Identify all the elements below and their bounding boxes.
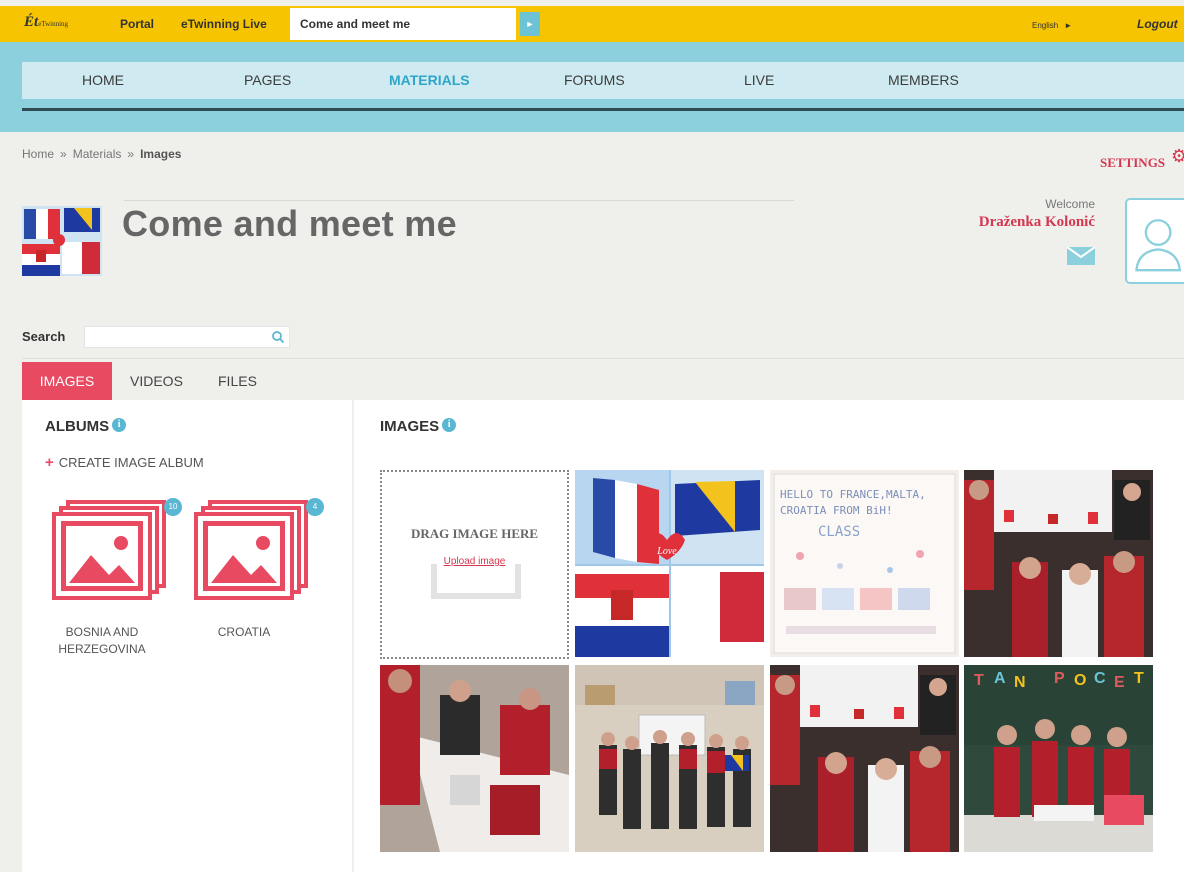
svg-text:T: T <box>1134 670 1144 687</box>
girls-classroom-photo: TA NP OC ET <box>964 665 1153 852</box>
poster-text-1: HELLO TO FRANCE,MALTA, <box>780 488 926 501</box>
search-icon[interactable] <box>271 330 285 344</box>
search-label: Search <box>22 329 66 344</box>
albums-panel: ALBUMS i + CREATE IMAGE ALBUM 10 BOSNIA AN… <box>22 400 352 872</box>
etwinning-logo[interactable]: ÉteTwinning <box>24 14 68 31</box>
poster-text-3: CLASS <box>818 524 860 540</box>
image-thumbnail[interactable] <box>575 665 764 852</box>
tab-videos[interactable]: VIDEOS <box>130 362 183 400</box>
svg-text:A: A <box>994 670 1006 687</box>
images-heading-text: IMAGES <box>380 418 440 435</box>
language-label: English <box>1032 21 1059 30</box>
image-thumbnail[interactable] <box>770 665 959 852</box>
breadcrumb-materials[interactable]: Materials <box>73 147 122 161</box>
tab-arrow-icon[interactable]: ► <box>520 12 540 36</box>
user-avatar-icon <box>1135 219 1182 272</box>
title-underline <box>124 200 794 201</box>
user-name-link[interactable]: Draženka Kolonić <box>910 214 1095 231</box>
info-icon[interactable]: i <box>442 418 457 432</box>
album-count-badge: 10 <box>164 498 182 516</box>
image-drop-zone[interactable]: DRAG IMAGE HERE Upload image <box>380 470 569 659</box>
album-name: CROATIA <box>184 624 304 641</box>
drop-ghost-icon <box>431 564 521 599</box>
love-text: Love <box>656 546 677 557</box>
language-selector[interactable]: English ► <box>1026 17 1072 31</box>
info-icon[interactable]: i <box>112 418 127 432</box>
create-image-album-button[interactable]: + CREATE IMAGE ALBUM <box>45 454 204 471</box>
settings-link[interactable]: SETTINGS <box>1100 155 1165 171</box>
top-bar: ÉteTwinning Portal eTwinning Live Come a… <box>0 6 1184 42</box>
svg-text:C: C <box>1094 670 1106 687</box>
nav-band: HOME PAGES MATERIALS FORUMS LIVE MEMBERS <box>0 42 1184 132</box>
mail-icon[interactable] <box>1067 247 1095 265</box>
nav-forums[interactable]: FORUMS <box>564 72 625 88</box>
flags-collage-image: Love <box>575 470 764 657</box>
etwinning-live-link[interactable]: eTwinning Live <box>181 17 267 31</box>
image-placeholder-icon <box>203 521 285 591</box>
svg-text:E: E <box>1114 674 1125 691</box>
search-input[interactable] <box>84 326 290 348</box>
albums-heading: ALBUMS i <box>45 418 127 435</box>
image-thumbnail[interactable] <box>964 470 1153 657</box>
image-thumbnail[interactable]: Love <box>575 470 764 657</box>
chevron-right-icon: ► <box>1064 21 1073 30</box>
image-thumbnail[interactable]: TA NP OC ET <box>964 665 1153 852</box>
tab-files[interactable]: FILES <box>218 362 257 400</box>
project-flags-image <box>22 206 102 276</box>
create-album-label: CREATE IMAGE ALBUM <box>58 455 204 470</box>
album-name-line1: BOSNIA AND <box>65 625 139 639</box>
welcome-poster-image: HELLO TO FRANCE,MALTA, CROATIA FROM BiH!… <box>770 470 959 657</box>
drop-zone-text: DRAG IMAGE HERE <box>410 526 539 541</box>
current-project-tab[interactable]: Come and meet me <box>290 8 516 40</box>
classroom-group-photo <box>575 665 764 852</box>
poster-text-2: CROATIA FROM BiH! <box>780 504 893 517</box>
students-poster-photo <box>964 470 1153 657</box>
portal-link[interactable]: Portal <box>120 17 154 31</box>
albums-heading-text: ALBUMS <box>45 418 110 435</box>
svg-text:T: T <box>974 672 984 689</box>
image-placeholder-icon <box>61 521 143 591</box>
svg-text:O: O <box>1074 672 1086 689</box>
album-cover <box>194 512 294 600</box>
images-panel: IMAGES i DRAG IMAGE HERE Upload image Lov… <box>354 400 1184 872</box>
svg-text:N: N <box>1014 674 1026 691</box>
nav-live[interactable]: LIVE <box>744 72 774 88</box>
welcome-text: Welcome <box>1045 197 1095 211</box>
tab-images[interactable]: IMAGES <box>22 362 112 400</box>
avatar[interactable] <box>1125 198 1184 284</box>
breadcrumb-home[interactable]: Home <box>22 147 54 161</box>
breadcrumb: Home » Materials » Images <box>22 147 181 161</box>
main-nav: HOME PAGES MATERIALS FORUMS LIVE MEMBERS <box>22 62 1184 99</box>
breadcrumb-current: Images <box>140 147 182 161</box>
students-poster-photo <box>770 665 959 852</box>
nav-pages[interactable]: PAGES <box>244 72 291 88</box>
nav-materials[interactable]: MATERIALS <box>389 72 470 88</box>
page-title: Come and meet me <box>122 203 457 244</box>
image-thumbnail[interactable] <box>380 665 569 852</box>
plus-icon: + <box>45 454 54 471</box>
album-count-badge: 4 <box>306 498 324 516</box>
svg-text:P: P <box>1054 670 1065 687</box>
album-cover <box>52 512 152 600</box>
upload-image-link[interactable]: Upload image <box>382 556 567 567</box>
breadcrumb-separator: » <box>127 147 135 161</box>
breadcrumb-separator: » <box>60 147 67 161</box>
nav-home[interactable]: HOME <box>82 72 124 88</box>
gear-icon[interactable]: ⚙ <box>1171 146 1184 167</box>
album-name-line1: CROATIA <box>217 625 271 639</box>
nav-members[interactable]: MEMBERS <box>888 72 959 88</box>
children-drawing-photo <box>380 665 569 852</box>
album-name-line2: HERZEGOVINA <box>58 642 146 656</box>
images-heading: IMAGES i <box>380 418 457 435</box>
image-thumbnail[interactable]: HELLO TO FRANCE,MALTA, CROATIA FROM BiH!… <box>770 470 959 657</box>
nav-divider <box>22 108 1184 111</box>
album-name: BOSNIA AND HERZEGOVINA <box>42 624 162 658</box>
search-divider <box>22 358 1184 359</box>
logout-link[interactable]: Logout <box>1137 17 1178 31</box>
